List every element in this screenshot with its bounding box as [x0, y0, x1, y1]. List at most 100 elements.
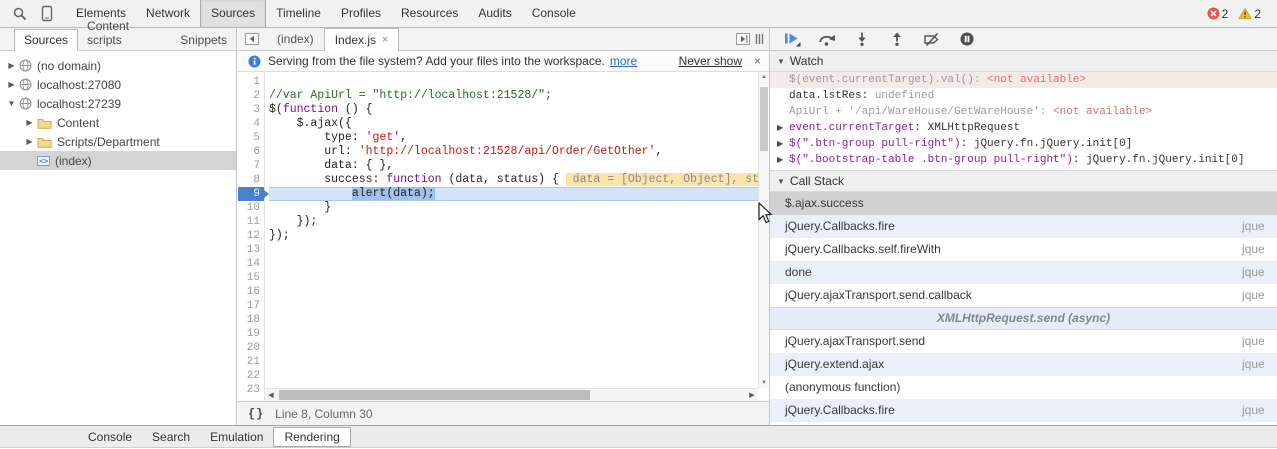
vertical-scroll-thumb[interactable]: [760, 87, 768, 151]
editor-tabbar: (index) Index.js ×: [238, 28, 769, 51]
globe-icon: [19, 59, 32, 72]
scroll-up-icon[interactable]: ▲: [759, 74, 769, 80]
watch-section-header[interactable]: ▼ Watch: [770, 51, 1277, 72]
code-token: function: [282, 103, 339, 116]
tree-item-localhost-27080[interactable]: ▶ localhost:27080: [0, 75, 236, 94]
tree-item-localhost-27239[interactable]: ▼ localhost:27239: [0, 94, 236, 113]
watch-value: XMLHttpRequest: [927, 122, 1021, 134]
horizontal-scroll-thumb[interactable]: [279, 390, 590, 400]
close-tab-icon[interactable]: ×: [382, 29, 388, 51]
watch-row[interactable]: data.lstRes: undefined: [770, 88, 1277, 104]
expand-triangle-icon[interactable]: ▶: [777, 120, 783, 136]
drawer-tab-rendering[interactable]: Rendering: [273, 426, 351, 447]
editor-horizontal-scrollbar[interactable]: ◀ ▶: [265, 388, 758, 401]
infobar-close-icon[interactable]: ×: [754, 54, 761, 68]
editor-tab-label: Index.js: [334, 33, 377, 47]
more-link[interactable]: more: [610, 54, 637, 68]
drawer-tab-emulation[interactable]: Emulation: [200, 427, 273, 447]
editor-tabs: (index) Index.js ×: [267, 28, 400, 51]
watch-list: $(event.currentTarget).val(): <not avail…: [770, 72, 1277, 170]
call-stack-frame[interactable]: jQuery.Callbacks.fire jque: [770, 399, 1277, 422]
search-icon[interactable]: [12, 6, 28, 22]
code-line: data: { },: [269, 159, 769, 173]
editor-statusbar: { } Line 8, Column 30: [238, 401, 769, 426]
device-mode-icon[interactable]: [40, 5, 54, 22]
code-token: 'http://localhost:21528/api/Order/GetOth…: [358, 145, 656, 158]
drawer-tabs: Console Search Emulation Rendering: [0, 425, 1277, 448]
line-number-gutter[interactable]: 1 2 3 4 5 6 7 8 9 10 11 12 13 14 15 16 17 18 19 20 21 22 23: [238, 72, 269, 401]
more-tabs-icon[interactable]: [755, 33, 764, 45]
code-token: }: [269, 201, 332, 214]
scroll-down-icon[interactable]: ▼: [759, 380, 769, 386]
nav-back-icon[interactable]: [245, 33, 259, 45]
code-content[interactable]: //var ApiUrl = "http://localhost:21528/"…: [265, 72, 769, 401]
error-badge[interactable]: 2: [1207, 7, 1228, 21]
line-number: 14: [246, 258, 260, 270]
debugger-toolbar: [770, 28, 1277, 51]
resume-button[interactable]: [782, 31, 802, 47]
tree-item-content[interactable]: ▶ Content: [0, 113, 236, 132]
expand-triangle-icon[interactable]: ▶: [777, 152, 783, 168]
call-stack-frame[interactable]: (anonymous function): [770, 376, 1277, 399]
info-icon: [248, 55, 261, 68]
call-stack-frame[interactable]: done jque: [770, 261, 1277, 284]
call-stack-frame[interactable]: jQuery.extend.ajax jque: [770, 353, 1277, 376]
pretty-print-icon[interactable]: { }: [248, 407, 263, 421]
toolbar-tab-timeline[interactable]: Timeline: [266, 0, 331, 27]
never-show-link[interactable]: Never show: [679, 54, 742, 68]
scroll-right-icon[interactable]: ▶: [746, 389, 758, 401]
call-stack-title: Call Stack: [789, 174, 844, 188]
drawer-tab-console[interactable]: Console: [78, 427, 142, 447]
pause-on-exceptions-button[interactable]: [957, 31, 977, 47]
editor-tab-index-js[interactable]: Index.js ×: [323, 28, 400, 51]
frame-file-label: jque: [1242, 334, 1265, 348]
code-line: }: [269, 201, 769, 215]
watch-row[interactable]: ApiUrl + '/api/WareHouse/GetWareHouse': …: [770, 104, 1277, 120]
step-out-button[interactable]: [887, 31, 907, 47]
step-over-button[interactable]: [817, 31, 837, 47]
call-stack-frame[interactable]: jQuery.ajaxTransport.send.callback jque: [770, 284, 1277, 307]
call-stack-frame[interactable]: jQuery.Callbacks.self.fireWith jque: [770, 238, 1277, 261]
editor-vertical-scrollbar[interactable]: ▲ ▼: [758, 72, 769, 388]
sidebar-tab-content-scripts[interactable]: Content scripts: [78, 16, 171, 50]
toolbar-tab-profiles[interactable]: Profiles: [331, 0, 391, 27]
deactivate-breakpoints-button[interactable]: [922, 31, 942, 47]
toolbar-tab-sources[interactable]: Sources: [200, 0, 267, 27]
tree-item-scripts-department[interactable]: ▶ Scripts/Department: [0, 132, 236, 151]
code-line: success: function (data, status) { data …: [269, 173, 769, 187]
call-stack-frame[interactable]: jQuery.Callbacks.fire jque: [770, 215, 1277, 238]
toolbar-tab-console[interactable]: Console: [522, 0, 586, 27]
sidebar-tab-sources[interactable]: Sources: [14, 29, 79, 51]
sources-sidebar: Sources Content scripts Snippets ▶ (no doma…: [0, 19, 237, 425]
watch-row[interactable]: ▶ $(".bootstrap-table .btn-group pull-rig…: [770, 152, 1277, 168]
code-token: data: { },: [269, 159, 394, 172]
expand-triangle-icon[interactable]: ▶: [777, 136, 783, 152]
sidebar-tabs: Sources Content scripts Snippets: [0, 19, 236, 51]
tree-item-index[interactable]: <> (index): [0, 151, 236, 170]
warning-badge[interactable]: 2: [1238, 7, 1261, 21]
drawer-tab-search[interactable]: Search: [142, 427, 200, 447]
watch-row[interactable]: $(event.currentTarget).val(): <not avail…: [770, 72, 1277, 88]
toolbar-tab-resources[interactable]: Resources: [391, 0, 468, 27]
tree-item-no-domain[interactable]: ▶ (no domain): [0, 56, 236, 75]
call-stack-section-header[interactable]: ▼ Call Stack: [770, 170, 1277, 192]
nav-forward-icon[interactable]: [736, 33, 750, 45]
watch-row[interactable]: ▶ $(".btn-group pull-right"): jQuery.fn.j…: [770, 136, 1277, 152]
watch-row[interactable]: ▶ event.currentTarget: XMLHttpRequest: [770, 120, 1277, 136]
watch-value: jQuery.fn.jQuery.init[0]: [1086, 154, 1245, 166]
code-token: 'get': [365, 131, 401, 144]
call-stack-frame[interactable]: jQuery.ajaxTransport.send jque: [770, 330, 1277, 353]
call-stack-frame[interactable]: $.ajax.success: [770, 192, 1277, 215]
editor-tab-index[interactable]: (index): [267, 28, 324, 50]
line-number: 18: [246, 314, 260, 326]
step-into-button[interactable]: [852, 31, 872, 47]
toolbar-tab-audits[interactable]: Audits: [468, 0, 521, 27]
chevron-right-icon: ▶: [26, 137, 33, 146]
scroll-left-icon[interactable]: ◀: [265, 389, 277, 401]
sidebar-tab-snippets[interactable]: Snippets: [171, 30, 236, 50]
